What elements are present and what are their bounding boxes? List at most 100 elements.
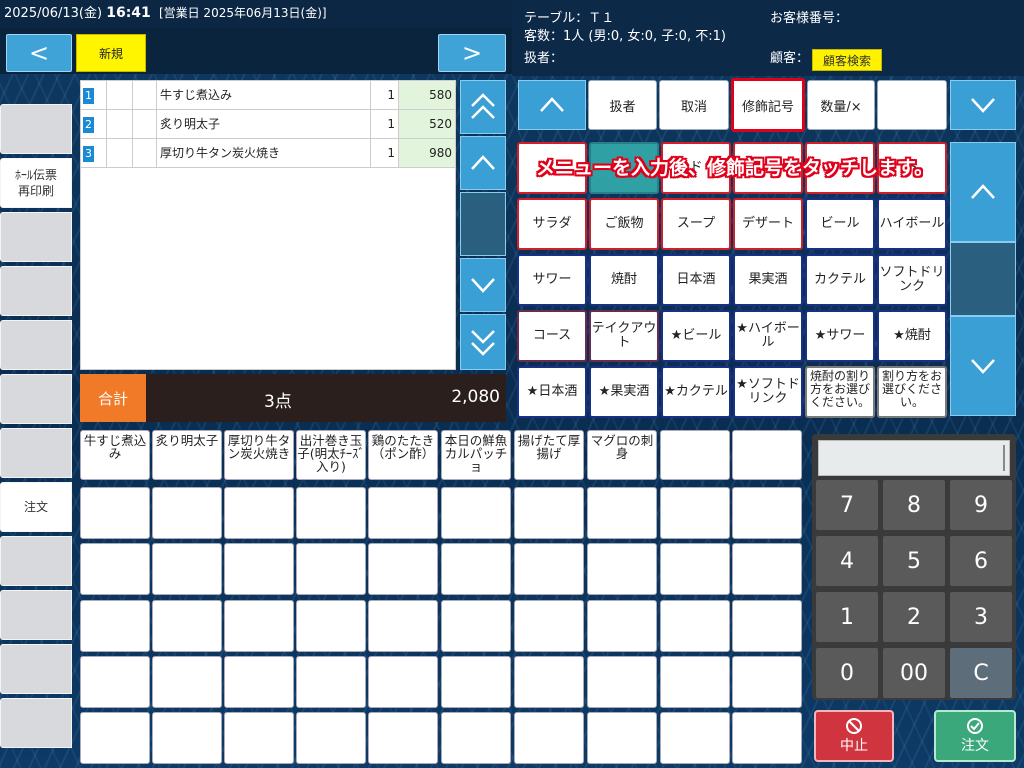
category-button[interactable]: ソフトドリンク — [877, 254, 947, 306]
empty-menu-slot[interactable] — [368, 712, 438, 764]
key-2[interactable]: 2 — [883, 592, 945, 642]
empty-menu-slot[interactable] — [660, 656, 730, 708]
category-button[interactable]: サワー — [517, 254, 587, 306]
empty-menu-slot[interactable] — [80, 712, 150, 764]
empty-menu-slot[interactable] — [80, 543, 150, 595]
side-button-7[interactable] — [0, 428, 72, 478]
cancel-button[interactable]: 取消 — [659, 80, 729, 130]
empty-menu-slot[interactable] — [152, 487, 222, 539]
empty-menu-slot[interactable] — [152, 543, 222, 595]
empty-menu-slot[interactable] — [152, 712, 222, 764]
scroll-track[interactable] — [460, 192, 506, 256]
category-button[interactable]: ★ソフトドリンク — [733, 366, 803, 418]
key-3[interactable]: 3 — [950, 592, 1012, 642]
empty-menu-slot[interactable] — [587, 712, 657, 764]
scroll-bottom-button[interactable] — [460, 314, 506, 370]
empty-menu-slot[interactable] — [441, 656, 511, 708]
empty-menu-slot[interactable] — [224, 712, 294, 764]
order-row[interactable]: 2 炙り明太子 1 520 — [81, 110, 455, 139]
category-button[interactable]: 果実酒 — [733, 254, 803, 306]
side-button-9[interactable] — [0, 536, 72, 586]
handler-button[interactable]: 扱者 — [588, 80, 657, 130]
menu-item-button[interactable]: マグロの刺身 — [587, 430, 657, 480]
next-button[interactable]: > — [438, 34, 506, 72]
prev-button[interactable]: < — [6, 34, 72, 72]
empty-menu-slot[interactable] — [587, 543, 657, 595]
empty-menu-slot[interactable] — [732, 600, 802, 652]
key-0[interactable]: 0 — [816, 648, 878, 698]
empty-menu-slot[interactable] — [514, 543, 584, 595]
key-C[interactable]: C — [950, 648, 1012, 698]
category-button[interactable]: ★サワー — [805, 310, 875, 362]
empty-menu-slot[interactable] — [587, 487, 657, 539]
menu-item-button[interactable]: 出汁巻き玉子(明太ﾁｰｽﾞ入り) — [296, 430, 366, 480]
menu-item-button[interactable]: 牛すじ煮込み — [80, 430, 150, 480]
side-button-5[interactable] — [0, 320, 72, 370]
new-tag[interactable]: 新規 — [76, 34, 146, 72]
side-button-4[interactable] — [0, 266, 72, 316]
menu-item-button[interactable]: 厚切り牛タン炭火焼き — [224, 430, 294, 480]
empty-menu-slot[interactable] — [441, 487, 511, 539]
empty-menu-slot[interactable] — [368, 656, 438, 708]
empty-menu-slot[interactable] — [296, 656, 366, 708]
empty-menu-slot[interactable] — [587, 656, 657, 708]
category-button[interactable]: デザート — [733, 198, 803, 250]
empty-menu-slot[interactable] — [732, 543, 802, 595]
category-button[interactable]: ビール — [805, 198, 875, 250]
empty-menu-slot[interactable] — [296, 712, 366, 764]
reprint-button[interactable]: ﾎｰﾙ伝票 再印刷 — [0, 158, 72, 208]
empty-menu-slot[interactable] — [732, 656, 802, 708]
side-button-1[interactable] — [0, 104, 72, 154]
category-button[interactable]: コース — [517, 310, 587, 362]
category-button[interactable]: ★ハイボール — [733, 310, 803, 362]
category-button[interactable]: 焼酎 — [589, 254, 659, 306]
empty-menu-slot[interactable] — [368, 600, 438, 652]
order-button[interactable]: 注文 — [934, 710, 1016, 762]
empty-menu-slot[interactable] — [514, 600, 584, 652]
empty-menu-slot[interactable] — [224, 487, 294, 539]
category-scroll-track[interactable] — [950, 242, 1016, 316]
category-button[interactable]: ご飯物 — [589, 198, 659, 250]
empty-menu-slot[interactable] — [441, 600, 511, 652]
stop-button[interactable]: 中止 — [814, 710, 894, 762]
side-button-10[interactable] — [0, 590, 72, 640]
category-button[interactable]: カクテル — [805, 254, 875, 306]
toolbar-up-button[interactable] — [518, 80, 586, 130]
category-button[interactable]: スープ — [661, 198, 731, 250]
empty-menu-slot[interactable] — [296, 543, 366, 595]
category-button[interactable]: ★焼酎 — [877, 310, 947, 362]
key-00[interactable]: 00 — [883, 648, 945, 698]
order-row[interactable]: 3 厚切り牛タン炭火焼き 1 980 — [81, 139, 455, 168]
empty-menu-slot[interactable] — [80, 487, 150, 539]
empty-menu-slot[interactable] — [296, 487, 366, 539]
category-up-button[interactable] — [950, 142, 1016, 242]
side-button-3[interactable] — [0, 212, 72, 262]
blank-tool-button[interactable] — [877, 80, 947, 130]
empty-menu-slot[interactable] — [732, 487, 802, 539]
empty-menu-slot[interactable] — [368, 543, 438, 595]
empty-menu-slot[interactable] — [660, 487, 730, 539]
empty-menu-slot[interactable] — [80, 600, 150, 652]
empty-menu-slot[interactable] — [80, 656, 150, 708]
category-button[interactable]: ★カクテル — [661, 366, 731, 418]
category-button[interactable]: サラダ — [517, 198, 587, 250]
order-side-button[interactable]: 注文 — [0, 482, 72, 532]
empty-menu-slot[interactable] — [441, 543, 511, 595]
empty-menu-slot[interactable] — [296, 600, 366, 652]
category-button[interactable]: テイクアウト — [589, 310, 659, 362]
scroll-down-button[interactable] — [460, 258, 506, 312]
empty-menu-slot[interactable] — [514, 487, 584, 539]
key-9[interactable]: 9 — [950, 480, 1012, 530]
empty-menu-slot[interactable] — [660, 712, 730, 764]
toolbar-down-button[interactable] — [950, 80, 1016, 130]
category-button[interactable]: ★ビール — [661, 310, 731, 362]
side-button-6[interactable] — [0, 374, 72, 424]
category-button[interactable]: ハイボール — [877, 198, 947, 250]
empty-menu-slot[interactable] — [660, 543, 730, 595]
key-6[interactable]: 6 — [950, 536, 1012, 586]
key-5[interactable]: 5 — [883, 536, 945, 586]
empty-menu-slot[interactable] — [732, 430, 802, 480]
empty-menu-slot[interactable] — [224, 656, 294, 708]
empty-menu-slot[interactable] — [152, 600, 222, 652]
customer-search-button[interactable]: 顧客検索 — [812, 49, 882, 71]
